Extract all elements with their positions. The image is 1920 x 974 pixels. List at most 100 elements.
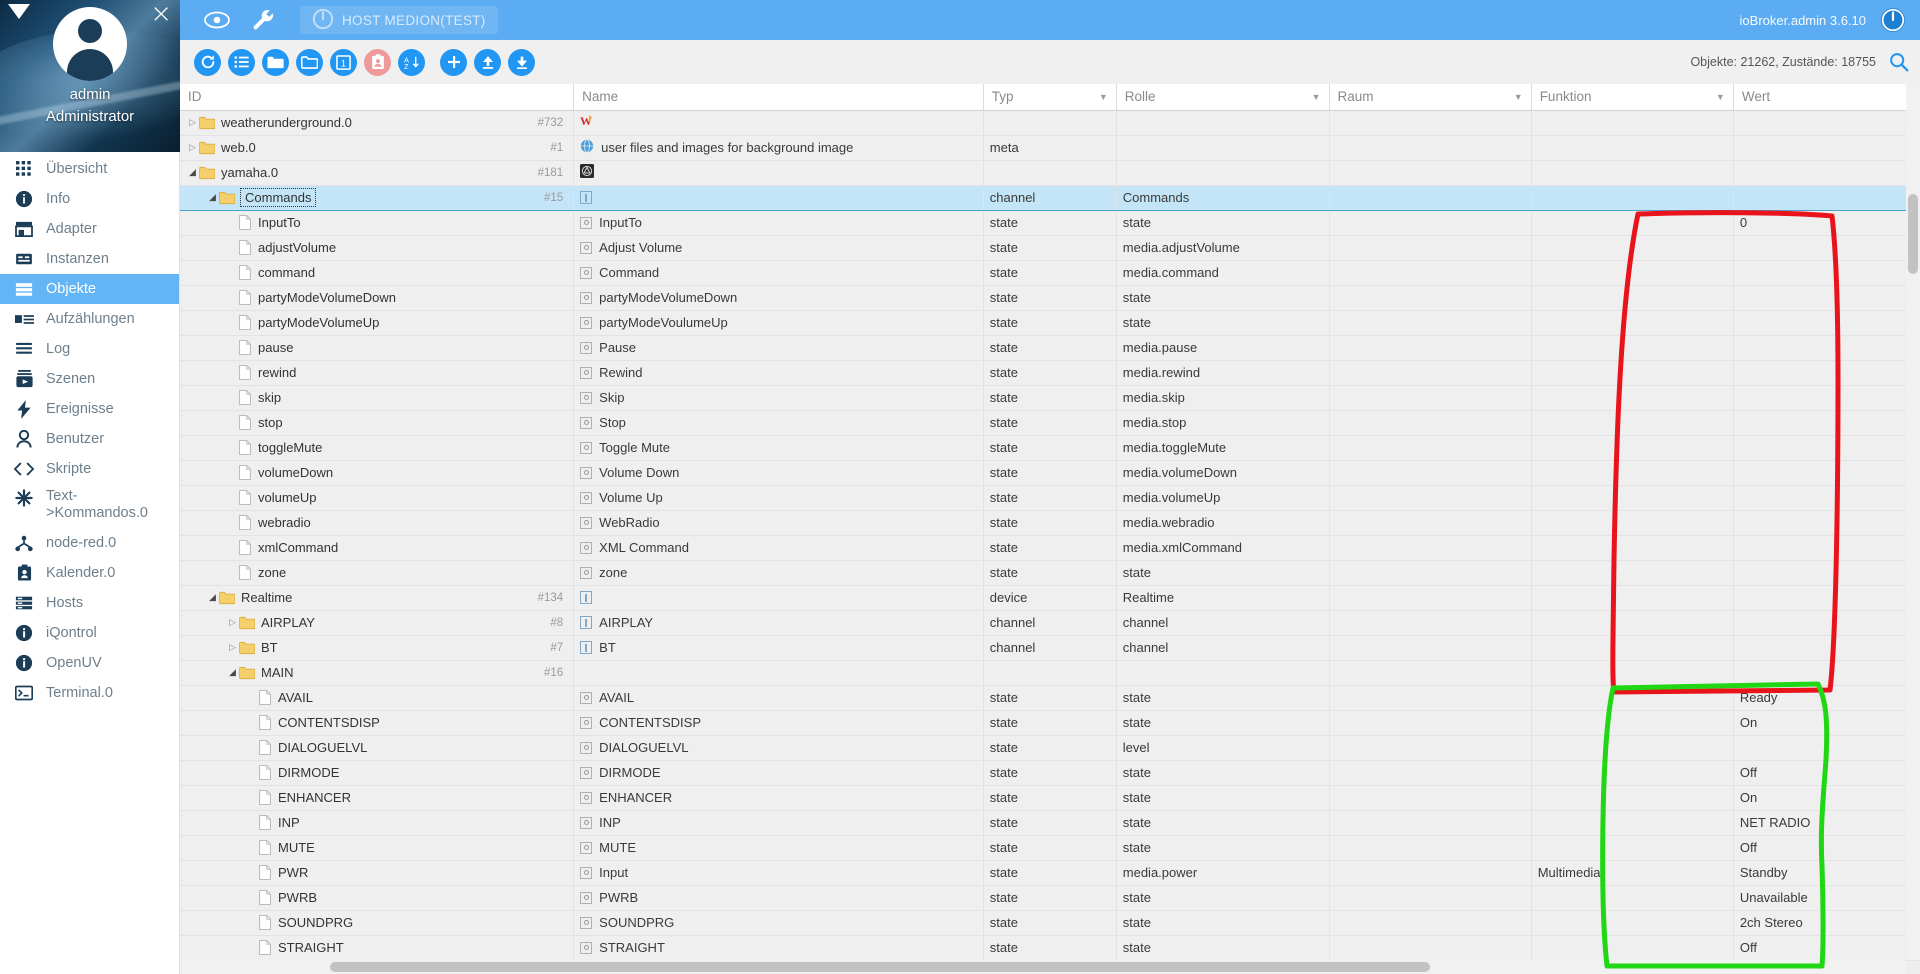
- cell-rolle[interactable]: state: [1116, 835, 1330, 861]
- cell-rolle[interactable]: media.toggleMute: [1116, 435, 1330, 461]
- cell-wert[interactable]: [1733, 260, 1920, 286]
- cell-raum[interactable]: [1329, 860, 1532, 886]
- cell-wert[interactable]: [1733, 610, 1920, 636]
- cell-id[interactable]: adjustVolume: [180, 235, 575, 261]
- cell-typ[interactable]: state: [983, 510, 1117, 536]
- cell-raum[interactable]: [1329, 485, 1532, 511]
- cell-id[interactable]: STRAIGHT: [180, 935, 575, 961]
- table-row[interactable]: zone zone state state: [180, 560, 1920, 586]
- sidebar-item-adapter[interactable]: Adapter: [0, 214, 179, 244]
- cell-wert[interactable]: [1733, 385, 1920, 411]
- cell-funktion[interactable]: [1531, 785, 1734, 811]
- column-header-wert[interactable]: Wert: [1733, 84, 1920, 111]
- cell-id[interactable]: InputTo: [180, 210, 575, 236]
- table-row[interactable]: DIALOGUELVL DIALOGUELVL state level: [180, 735, 1920, 761]
- cell-typ[interactable]: state: [983, 285, 1117, 311]
- table-row[interactable]: ▷ AIRPLAY #8 AIRPLAY channel channel: [180, 610, 1920, 636]
- cell-rolle[interactable]: media.power: [1116, 860, 1330, 886]
- cell-raum[interactable]: [1329, 310, 1532, 336]
- cell-funktion[interactable]: [1531, 335, 1734, 361]
- cell-raum[interactable]: [1329, 385, 1532, 411]
- cell-raum[interactable]: [1329, 410, 1532, 436]
- cell-funktion[interactable]: [1531, 510, 1734, 536]
- cell-name[interactable]: ENHANCER: [573, 785, 984, 811]
- objects-table-container[interactable]: IDNameTyp▼Rolle▼Raum▼Funktion▼WertEinste…: [180, 84, 1920, 974]
- cell-funktion[interactable]: [1531, 760, 1734, 786]
- column-header-name[interactable]: Name: [573, 84, 984, 111]
- cell-wert[interactable]: [1733, 160, 1920, 186]
- cell-name[interactable]: user files and images for background ima…: [573, 135, 984, 161]
- table-row[interactable]: stop Stop state media.stop: [180, 410, 1920, 436]
- table-row[interactable]: PWR Input state media.power Multimedia Standb…: [180, 860, 1920, 886]
- cell-typ[interactable]: state: [983, 560, 1117, 586]
- cell-rolle[interactable]: state: [1116, 885, 1330, 911]
- cell-rolle[interactable]: state: [1116, 560, 1330, 586]
- cell-name[interactable]: INP: [573, 810, 984, 836]
- cell-id[interactable]: volumeDown: [180, 460, 575, 486]
- cell-raum[interactable]: [1329, 935, 1532, 961]
- column-header-id[interactable]: ID: [180, 84, 575, 111]
- cell-typ[interactable]: channel: [983, 184, 1117, 211]
- sidebar-item-log[interactable]: Log: [0, 334, 179, 364]
- cell-rolle[interactable]: state: [1116, 935, 1330, 961]
- cell-id[interactable]: SOUNDPRG: [180, 910, 575, 936]
- cell-wert[interactable]: 2ch Stereo: [1733, 910, 1920, 936]
- cell-rolle[interactable]: media.rewind: [1116, 360, 1330, 386]
- expand-open-icon[interactable]: ◢: [206, 192, 219, 203]
- cell-funktion[interactable]: [1531, 660, 1734, 686]
- cell-name[interactable]: CONTENTSDISP: [573, 710, 984, 736]
- cell-wert[interactable]: Unavailable: [1733, 885, 1920, 911]
- cell-id[interactable]: ◢ Commands #15: [180, 184, 575, 211]
- cell-typ[interactable]: state: [983, 860, 1117, 886]
- cell-raum[interactable]: [1329, 835, 1532, 861]
- table-row[interactable]: command Command state media.command: [180, 260, 1920, 286]
- cell-name[interactable]: XML Command: [573, 535, 984, 561]
- cell-name[interactable]: partyModeVoulumeUp: [573, 310, 984, 336]
- cell-funktion[interactable]: [1531, 135, 1734, 161]
- power-toggle-icon[interactable]: [1880, 7, 1906, 33]
- cell-rolle[interactable]: [1116, 135, 1330, 161]
- cell-funktion[interactable]: [1531, 560, 1734, 586]
- cell-typ[interactable]: [983, 660, 1117, 686]
- cell-id[interactable]: ▷ web.0 #1: [180, 135, 575, 161]
- cell-typ[interactable]: state: [983, 735, 1117, 761]
- cell-wert[interactable]: [1733, 735, 1920, 761]
- cell-wert[interactable]: [1733, 560, 1920, 586]
- cell-rolle[interactable]: Commands: [1116, 184, 1330, 211]
- cell-funktion[interactable]: [1531, 285, 1734, 311]
- cell-funktion[interactable]: [1531, 885, 1734, 911]
- cell-name[interactable]: AIRPLAY: [573, 610, 984, 636]
- cell-rolle[interactable]: state: [1116, 210, 1330, 236]
- table-row[interactable]: partyModeVolumeDown partyModeVolumeDown st…: [180, 285, 1920, 311]
- table-row[interactable]: ◢ MAIN #16: [180, 660, 1920, 686]
- cell-wert[interactable]: Standby: [1733, 860, 1920, 886]
- cell-funktion[interactable]: [1531, 810, 1734, 836]
- cell-typ[interactable]: state: [983, 410, 1117, 436]
- cell-name[interactable]: Volume Up: [573, 485, 984, 511]
- cell-id[interactable]: stop: [180, 410, 575, 436]
- table-row[interactable]: AVAIL AVAIL state state Ready: [180, 685, 1920, 711]
- cell-rolle[interactable]: channel: [1116, 635, 1330, 661]
- cell-name[interactable]: Stop: [573, 410, 984, 436]
- cell-wert[interactable]: NET RADIO: [1733, 810, 1920, 836]
- cell-raum[interactable]: [1329, 435, 1532, 461]
- cell-rolle[interactable]: media.stop: [1116, 410, 1330, 436]
- cell-typ[interactable]: state: [983, 810, 1117, 836]
- cell-wert[interactable]: 0: [1733, 210, 1920, 236]
- cell-raum[interactable]: [1329, 735, 1532, 761]
- cell-typ[interactable]: state: [983, 710, 1117, 736]
- cell-typ[interactable]: channel: [983, 635, 1117, 661]
- cell-rolle[interactable]: state: [1116, 710, 1330, 736]
- cell-funktion[interactable]: [1531, 935, 1734, 961]
- cell-name[interactable]: [573, 160, 984, 186]
- cell-id[interactable]: ENHANCER: [180, 785, 575, 811]
- cell-id[interactable]: INP: [180, 810, 575, 836]
- sidebar-item-openuv[interactable]: OpenUV: [0, 648, 179, 678]
- cell-typ[interactable]: channel: [983, 610, 1117, 636]
- cell-funktion[interactable]: [1531, 735, 1734, 761]
- cell-wert[interactable]: [1733, 635, 1920, 661]
- table-row[interactable]: PWRB PWRB state state Unavailable: [180, 885, 1920, 911]
- cell-funktion[interactable]: [1531, 435, 1734, 461]
- collapse-caret-icon[interactable]: [8, 4, 30, 19]
- expand-open-icon[interactable]: ◢: [226, 667, 239, 678]
